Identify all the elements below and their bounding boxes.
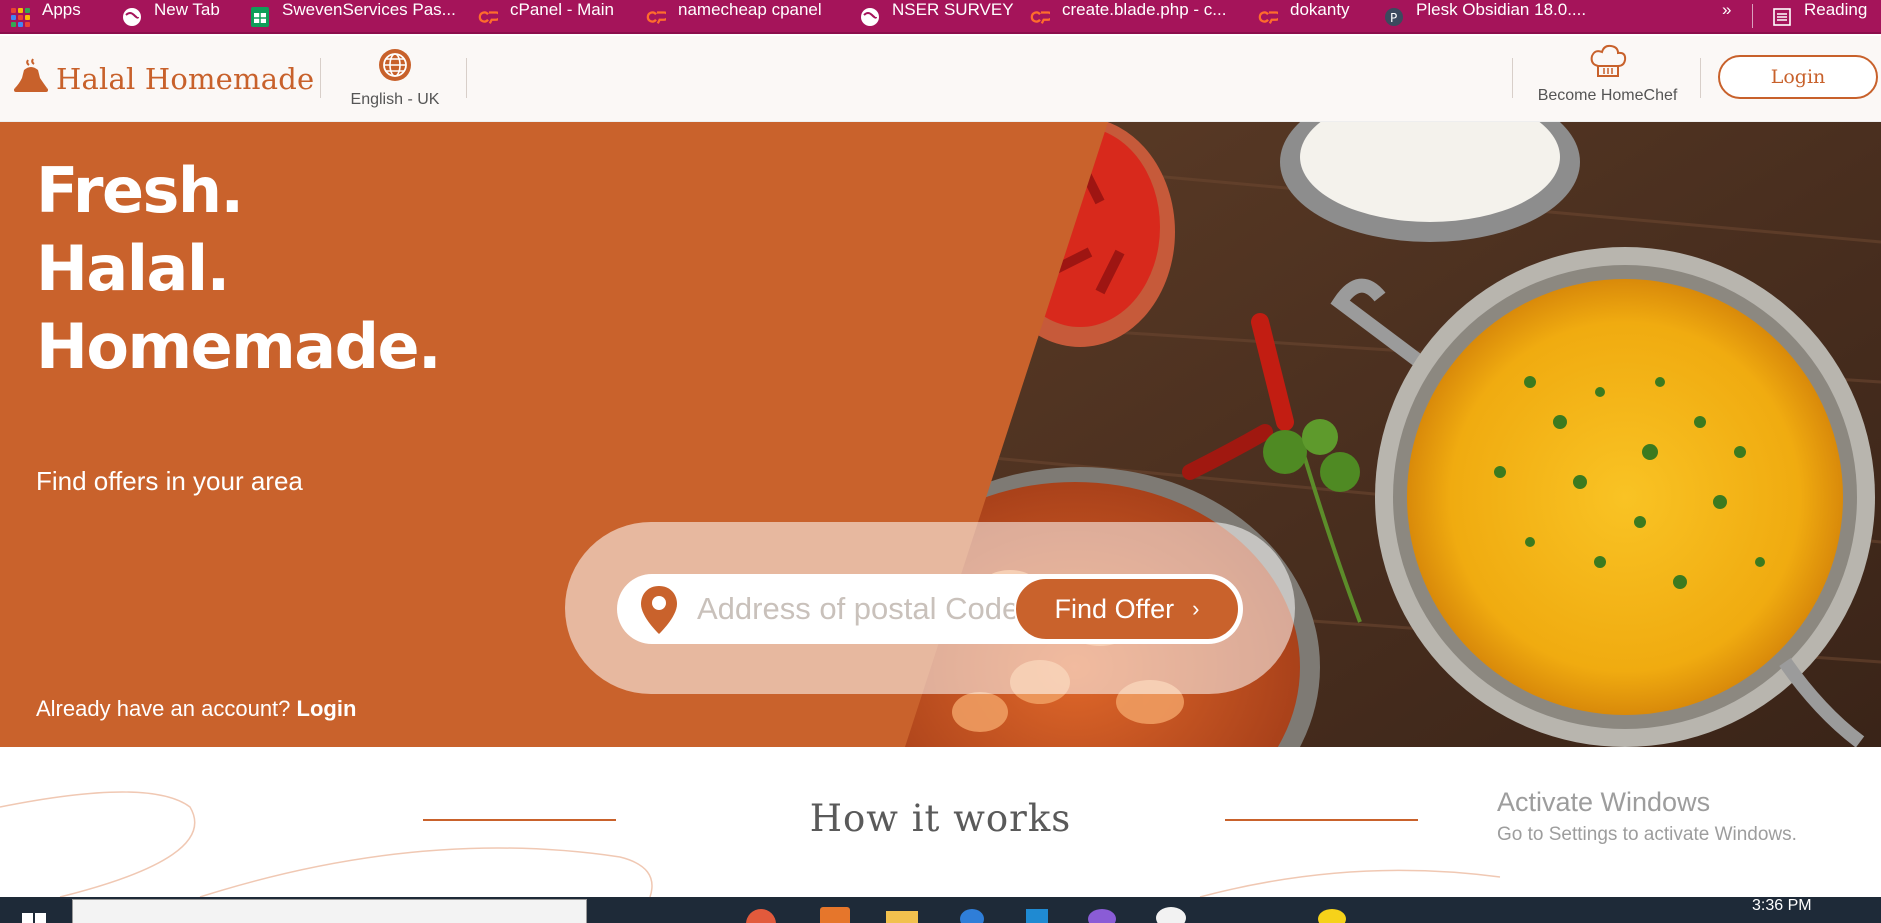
language-selector[interactable]: English - UK	[340, 48, 450, 109]
globe-icon	[122, 7, 142, 27]
hero-section: Fresh. Halal. Homemade. Find offers in y…	[0, 122, 1881, 747]
language-label: English - UK	[350, 91, 440, 108]
cpanel-icon	[1030, 7, 1050, 27]
windows-taskbar: 3:36 PM	[0, 897, 1881, 923]
location-pin-icon	[639, 584, 679, 641]
bookmark-swevenservices[interactable]: SwevenServices Pas...	[250, 0, 456, 32]
already-account-text: Already have an account? Login	[36, 696, 356, 722]
bookmark-label: cPanel - Main	[510, 0, 614, 19]
app-taskbar-icon[interactable]	[820, 907, 850, 923]
bookmark-apps[interactable]: Apps	[10, 0, 81, 32]
divider	[1752, 4, 1753, 28]
watermark-subtitle: Go to Settings to activate Windows.	[1497, 824, 1797, 845]
how-it-works-section: How it works Activate Windows Go to Sett…	[0, 747, 1881, 897]
app-taskbar-icon[interactable]	[1156, 907, 1186, 923]
divider	[320, 58, 321, 98]
bookmark-label: create.blade.php - c...	[1062, 0, 1227, 19]
divider	[466, 58, 467, 98]
app-taskbar-icon[interactable]	[1318, 909, 1346, 923]
become-homechef-label: Become HomeChef	[1537, 87, 1678, 104]
bookmark-label: New Tab	[154, 0, 220, 19]
hero-heading-fresh: Fresh.	[36, 154, 244, 227]
address-search-input[interactable]	[697, 584, 1021, 634]
bookmark-plesk[interactable]: P Plesk Obsidian 18.0....	[1384, 0, 1587, 32]
search-bar: Find Offer ›	[617, 574, 1243, 644]
title-line-right	[1225, 819, 1418, 821]
plesk-icon: P	[1384, 7, 1404, 27]
chef-hat-icon	[1589, 44, 1627, 85]
apps-grid-icon	[10, 7, 30, 27]
bookmark-create-blade[interactable]: create.blade.php - c...	[1030, 0, 1227, 32]
find-offer-button[interactable]: Find Offer ›	[1014, 577, 1240, 641]
cpanel-icon	[1258, 7, 1278, 27]
chevron-right-icon: ›	[1192, 596, 1200, 621]
become-homechef-link[interactable]: Become HomeChef	[1525, 44, 1690, 105]
hero-heading-halal: Halal.	[36, 232, 230, 305]
bookmarks-bar: Apps New Tab SwevenServices Pas... cPane…	[0, 0, 1881, 34]
globe-icon	[378, 48, 412, 87]
divider	[1700, 58, 1701, 98]
folder-taskbar-icon[interactable]	[886, 911, 918, 923]
divider	[1512, 58, 1513, 98]
bookmark-label: namecheap cpanel	[678, 0, 822, 19]
sheets-icon	[250, 7, 270, 27]
globe-icon	[860, 7, 880, 27]
find-offer-label: Find Offer	[1054, 593, 1175, 624]
bookmark-label: Plesk Obsidian 18.0....	[1416, 0, 1587, 19]
cpanel-icon	[646, 7, 666, 27]
cpanel-icon	[478, 7, 498, 27]
site-header: Halal Homemade English - UK Become HomeC…	[0, 36, 1881, 122]
app-taskbar-icon[interactable]	[1088, 909, 1116, 923]
bookmark-dokanty[interactable]: dokanty	[1258, 0, 1350, 32]
bookmarks-overflow-label: »	[1722, 0, 1732, 19]
bookmark-label: NSER SURVEY	[892, 0, 1014, 19]
bookmark-label: Apps	[42, 0, 81, 19]
cooking-pot-icon	[14, 58, 48, 99]
login-button[interactable]: Login	[1718, 55, 1878, 99]
vscode-taskbar-icon[interactable]	[1026, 909, 1048, 923]
taskbar-search-box[interactable]	[72, 899, 587, 923]
hero-subtitle: Find offers in your area	[36, 466, 303, 496]
search-panel: Find Offer ›	[565, 522, 1295, 694]
chrome-taskbar-icon[interactable]	[746, 909, 776, 923]
reading-list-icon	[1772, 7, 1792, 27]
hero-heading-homemade: Homemade.	[36, 310, 442, 383]
bookmark-new-tab[interactable]: New Tab	[122, 0, 220, 32]
bookmark-cpanel-main[interactable]: cPanel - Main	[478, 0, 614, 32]
activate-windows-watermark: Activate Windows Go to Settings to activ…	[1497, 787, 1797, 846]
bookmark-label: SwevenServices Pas...	[282, 0, 456, 19]
windows-start-icon[interactable]	[22, 907, 46, 923]
watermark-title: Activate Windows	[1497, 787, 1711, 817]
brand-name: Halal Homemade	[56, 61, 315, 96]
already-account-label: Already have an account?	[36, 696, 297, 721]
reading-list-button[interactable]: Reading	[1772, 0, 1868, 32]
bookmark-nser-survey[interactable]: NSER SURVEY	[860, 0, 1014, 32]
taskbar-clock: 3:36 PM	[1752, 897, 1812, 914]
bookmarks-overflow-button[interactable]: »	[1722, 0, 1732, 32]
svg-text:P: P	[1390, 11, 1397, 25]
brand-logo[interactable]: Halal Homemade	[14, 58, 314, 99]
edge-taskbar-icon[interactable]	[960, 909, 984, 923]
hero-login-link[interactable]: Login	[297, 696, 357, 721]
bookmark-label: dokanty	[1290, 0, 1350, 19]
reading-list-label: Reading	[1804, 0, 1868, 19]
bookmark-namecheap-cpanel[interactable]: namecheap cpanel	[646, 0, 822, 32]
